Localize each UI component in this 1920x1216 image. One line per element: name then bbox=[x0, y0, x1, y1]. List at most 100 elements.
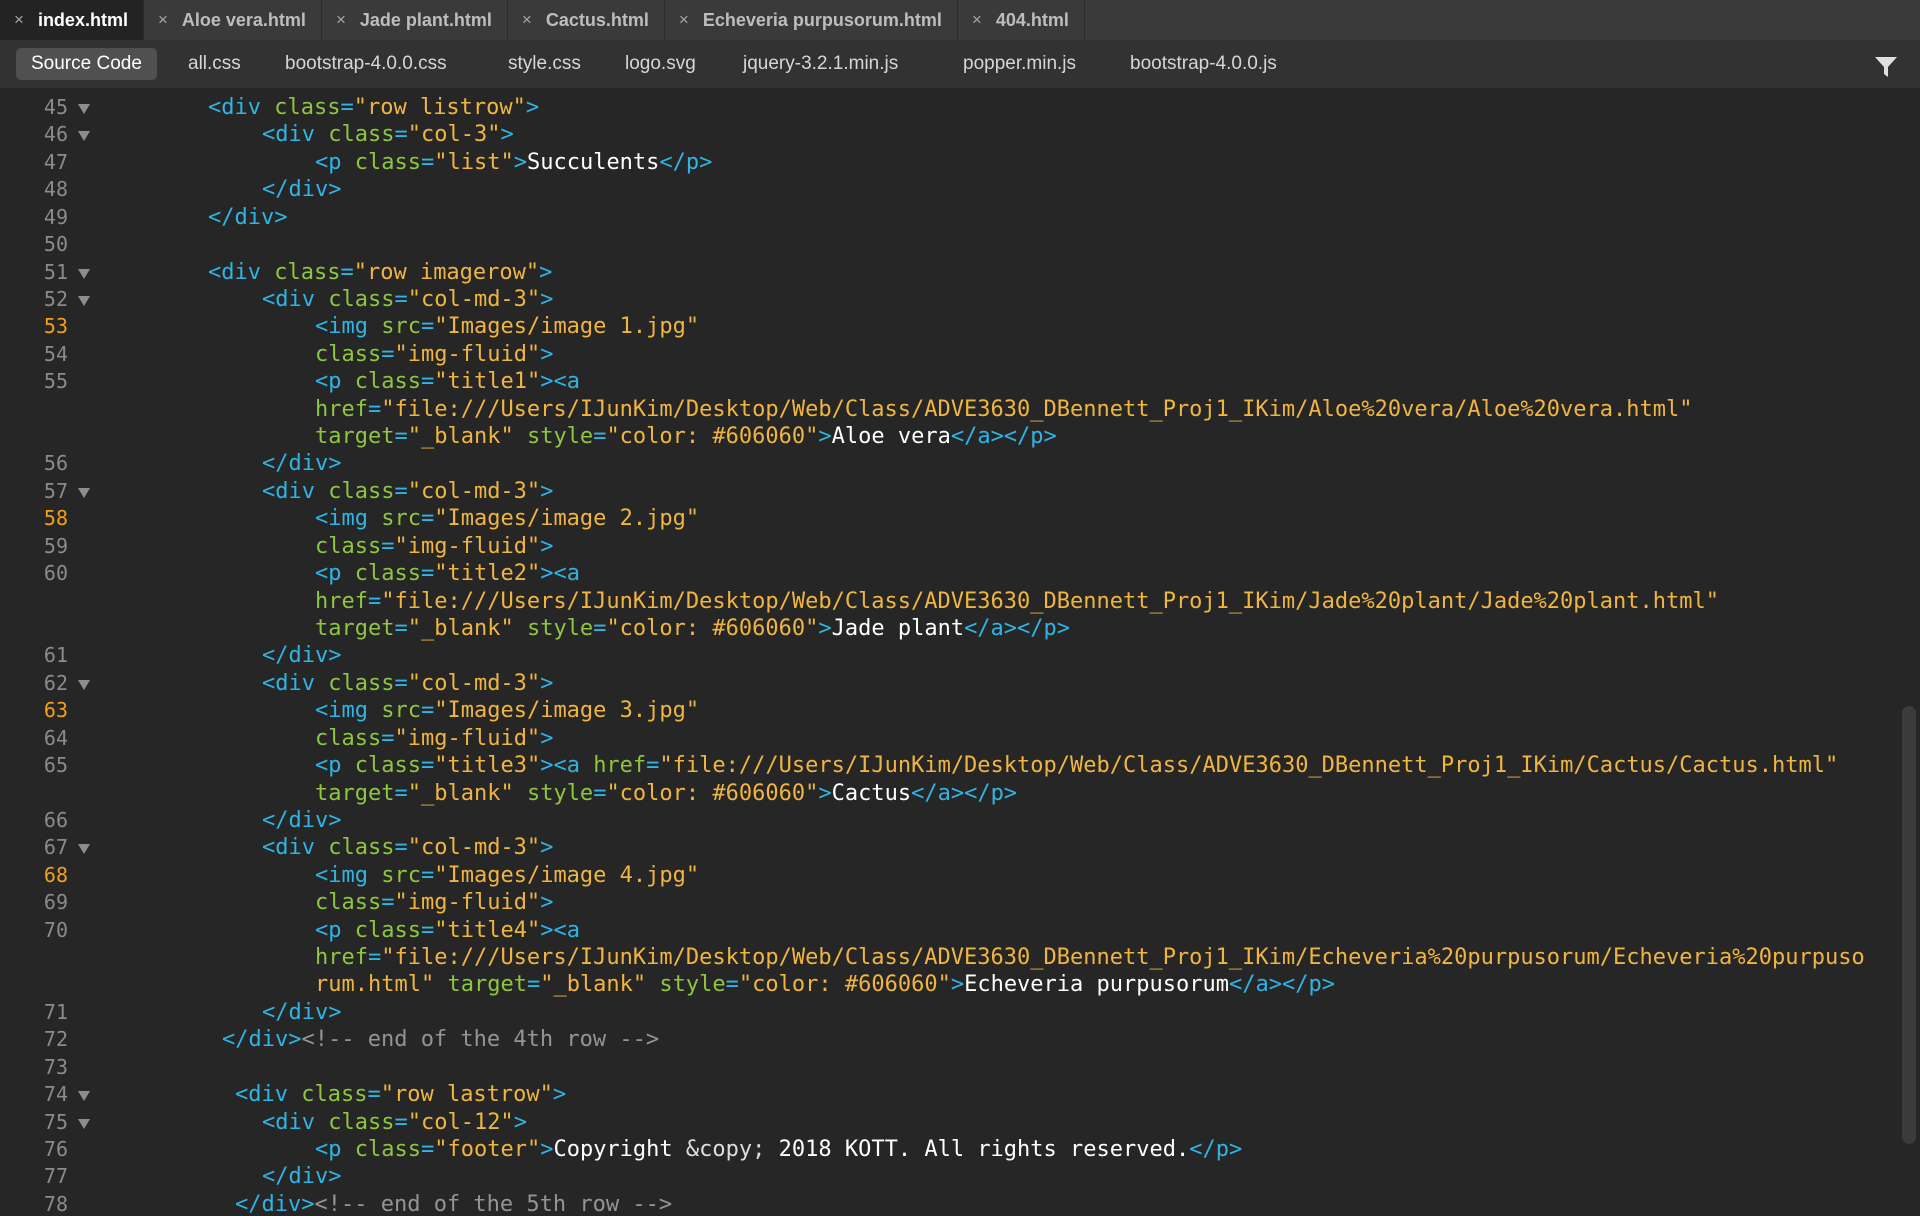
code-token: rum.html" bbox=[315, 972, 435, 998]
code-token: "img-fluid" bbox=[394, 341, 541, 367]
code-token: class bbox=[354, 149, 421, 175]
document-tab[interactable]: × Jade plant.html bbox=[321, 0, 508, 40]
document-tab[interactable]: × index.html bbox=[0, 0, 144, 40]
code-token: > bbox=[540, 1136, 554, 1162]
code-token: </a></p> bbox=[911, 780, 1018, 806]
fold-triangle-icon[interactable] bbox=[78, 295, 90, 306]
code-token: = bbox=[340, 259, 354, 285]
code-token: "img-fluid" bbox=[394, 725, 541, 751]
code-token: > bbox=[818, 615, 832, 641]
code-token: "color: #606060" bbox=[606, 615, 819, 641]
close-icon[interactable]: × bbox=[522, 10, 532, 30]
code-token: = bbox=[340, 95, 354, 120]
source-code-button[interactable]: Source Code bbox=[16, 48, 157, 80]
code-token: "file:///Users/IJunKim/Desktop/Web/Class… bbox=[659, 753, 1839, 779]
related-file-link[interactable]: bootstrap-4.0.0.js bbox=[1130, 48, 1277, 80]
line-number: 77 bbox=[43, 1164, 68, 1189]
close-icon[interactable]: × bbox=[679, 10, 689, 30]
fold-triangle-icon[interactable] bbox=[78, 487, 90, 498]
related-file-link[interactable]: popper.min.js bbox=[963, 48, 1076, 80]
code-line: <img src="Images/image 4.jpg" bbox=[315, 862, 699, 889]
fold-triangle-icon[interactable] bbox=[78, 1118, 90, 1129]
code-token: > bbox=[540, 286, 554, 312]
close-icon[interactable]: × bbox=[158, 10, 168, 30]
close-icon[interactable]: × bbox=[14, 10, 24, 30]
code-token: "row lastrow" bbox=[380, 1082, 553, 1108]
code-token: "file:///Users/IJunKim/Desktop/Web/Class… bbox=[381, 396, 1693, 422]
related-file-link[interactable]: style.css bbox=[508, 48, 581, 80]
code-line: <p class="title1"><a bbox=[315, 368, 580, 395]
code-token: </div> bbox=[262, 807, 342, 833]
related-file-link[interactable]: logo.svg bbox=[625, 48, 696, 80]
code-token: <p bbox=[315, 561, 355, 587]
code-token: = bbox=[394, 478, 408, 504]
fold-triangle-icon[interactable] bbox=[78, 844, 90, 855]
related-file-link[interactable]: all.css bbox=[188, 48, 241, 80]
code-line: <p class="list">Succulents</p> bbox=[315, 149, 712, 176]
code-token: <div bbox=[262, 1109, 329, 1135]
code-token: > bbox=[540, 478, 554, 504]
code-token: src bbox=[381, 314, 421, 340]
code-token: Succulents bbox=[526, 149, 660, 175]
line-number: 76 bbox=[43, 1136, 68, 1161]
code-line: <div class="row lastrow"> bbox=[235, 1081, 566, 1108]
fold-triangle-icon[interactable] bbox=[78, 104, 90, 114]
code-line: <div class="col-md-3"> bbox=[262, 478, 553, 505]
code-token: "Images/image 3.jpg" bbox=[434, 698, 700, 724]
code-token: Copyright bbox=[553, 1136, 686, 1162]
code-token: class bbox=[354, 753, 421, 779]
code-token: class bbox=[354, 1136, 421, 1162]
code-line: </div> bbox=[208, 204, 287, 231]
code-token: </div> bbox=[208, 204, 288, 230]
filter-icon[interactable] bbox=[1874, 55, 1898, 79]
code-token: = bbox=[593, 780, 607, 806]
fold-triangle-icon[interactable] bbox=[78, 679, 90, 690]
code-token: <p bbox=[315, 149, 355, 175]
fold-triangle-icon[interactable] bbox=[78, 268, 90, 279]
document-tab[interactable]: × 404.html bbox=[957, 0, 1085, 40]
code-token: > bbox=[540, 670, 554, 696]
code-token: = bbox=[420, 561, 435, 587]
code-token: = bbox=[420, 369, 435, 395]
code-token: "col-md-3" bbox=[407, 478, 541, 504]
line-number: 74 bbox=[43, 1082, 68, 1107]
code-token: = bbox=[381, 533, 395, 559]
line-number: 65 bbox=[43, 753, 68, 778]
code-token: = bbox=[381, 725, 395, 751]
code-token: "img-fluid" bbox=[394, 533, 541, 559]
code-token: src bbox=[381, 506, 421, 532]
code-token: href bbox=[315, 396, 368, 422]
code-token: = bbox=[420, 314, 435, 340]
line-number: 62 bbox=[43, 670, 68, 695]
code-token: "title3" bbox=[434, 753, 541, 779]
code-token: = bbox=[394, 780, 408, 806]
code-editor[interactable]: 45 <div class="row listrow"> 46 <div class=… bbox=[0, 88, 1920, 1216]
close-icon[interactable]: × bbox=[972, 10, 982, 30]
code-token: = bbox=[394, 670, 408, 696]
document-tab[interactable]: × Aloe vera.html bbox=[143, 0, 322, 40]
code-token: src bbox=[381, 862, 421, 888]
code-token: </div> bbox=[262, 1164, 342, 1190]
related-file-link[interactable]: bootstrap-4.0.0.css bbox=[285, 48, 447, 80]
line-number: 58 bbox=[43, 506, 68, 531]
code-token: </div> bbox=[262, 177, 342, 203]
code-line: href="file:///Users/IJunKim/Desktop/Web/… bbox=[315, 396, 1693, 423]
code-line: </div> bbox=[262, 1163, 341, 1190]
fold-triangle-icon[interactable] bbox=[78, 1091, 90, 1102]
code-token: <!-- end of the 4th row --> bbox=[301, 1027, 660, 1053]
code-line: </div> bbox=[262, 999, 341, 1026]
code-token: </a></p> bbox=[1228, 972, 1335, 998]
code-token: target bbox=[315, 615, 395, 641]
code-token: "list" bbox=[434, 149, 514, 175]
line-number: 75 bbox=[43, 1109, 68, 1134]
vertical-scrollbar[interactable] bbox=[1902, 706, 1916, 1144]
document-tab[interactable]: × Cactus.html bbox=[507, 0, 665, 40]
code-token: "row imagerow" bbox=[353, 259, 540, 285]
related-file-link[interactable]: jquery-3.2.1.min.js bbox=[743, 48, 898, 80]
fold-triangle-icon[interactable] bbox=[78, 131, 90, 142]
close-icon[interactable]: × bbox=[336, 10, 346, 30]
document-tab[interactable]: × Echeveria purpusorum.html bbox=[664, 0, 958, 40]
